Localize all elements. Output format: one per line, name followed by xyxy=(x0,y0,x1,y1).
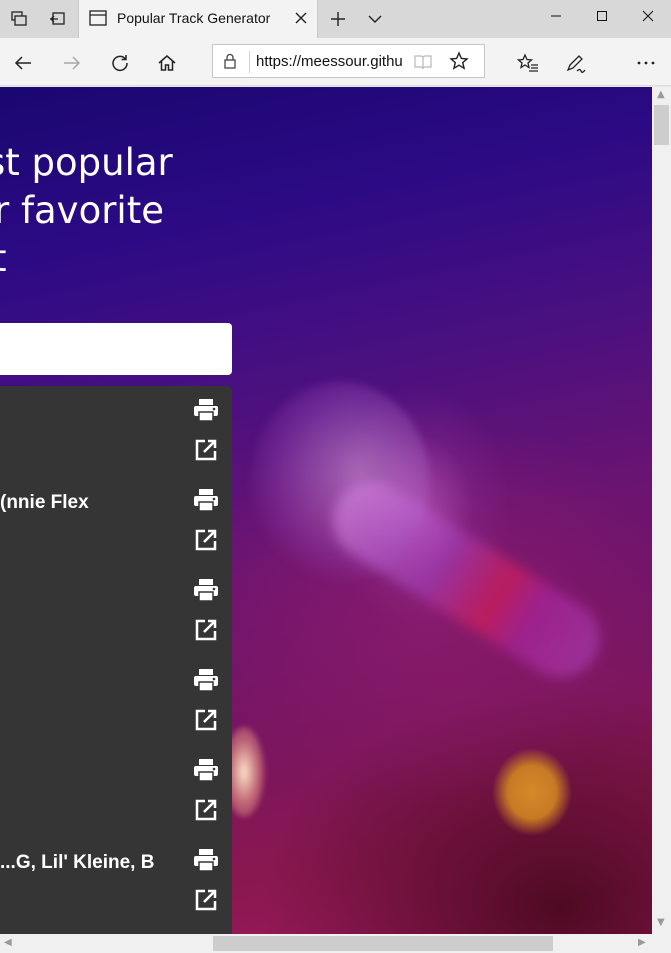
print-icon[interactable] xyxy=(192,756,220,784)
minimize-icon xyxy=(551,15,561,17)
close-icon xyxy=(642,10,654,22)
home-icon xyxy=(158,55,176,71)
tab-aside-button[interactable] xyxy=(44,6,70,32)
heading-line-3: t xyxy=(0,235,240,283)
tab-title: Popular Track Generator xyxy=(117,10,271,26)
address-divider xyxy=(249,51,250,73)
track-item: nnie Flex) xyxy=(0,476,232,566)
close-tab-icon[interactable] xyxy=(293,10,309,30)
arrow-left-icon xyxy=(14,56,31,70)
back-button[interactable] xyxy=(8,48,38,78)
plus-icon xyxy=(331,12,345,26)
tab-actions-icon xyxy=(11,11,27,26)
arrow-right-icon xyxy=(64,56,81,70)
scroll-up-icon[interactable]: ▲ xyxy=(657,89,665,100)
new-tab-button[interactable] xyxy=(325,6,351,32)
horizontal-scroll-thumb[interactable] xyxy=(213,936,553,951)
page-viewport: st popular r favorite t nnie Flex) xyxy=(0,87,652,934)
close-window-button[interactable] xyxy=(625,0,671,32)
open-in-new-icon[interactable] xyxy=(192,436,220,464)
reading-view-icon[interactable] xyxy=(413,53,433,75)
ellipsis-icon xyxy=(637,61,655,65)
navigation-bar: https://meessour.github.io xyxy=(0,38,671,86)
vertical-scroll-thumb[interactable] xyxy=(654,105,669,145)
tab-strip: Popular Track Generator xyxy=(0,0,671,38)
favorites-list-icon xyxy=(517,53,538,72)
page-icon xyxy=(89,10,107,30)
scrollbar-corner xyxy=(652,934,671,953)
print-icon[interactable] xyxy=(192,666,220,694)
set-aside-tabs-icon xyxy=(50,12,65,25)
url-text[interactable]: https://meessour.github.io xyxy=(256,53,402,70)
tab-list-button[interactable] xyxy=(362,6,388,32)
chevron-down-icon xyxy=(368,15,382,23)
maximize-icon xyxy=(597,11,607,21)
scroll-left-icon[interactable]: ◀ xyxy=(4,937,12,948)
forward-button[interactable] xyxy=(57,48,87,78)
address-bar[interactable]: https://meessour.github.io xyxy=(212,44,485,78)
print-icon[interactable] xyxy=(192,576,220,604)
home-button[interactable] xyxy=(152,48,182,78)
open-in-new-icon[interactable] xyxy=(192,886,220,914)
print-icon[interactable] xyxy=(192,846,220,874)
heading-line-1: st popular xyxy=(0,141,173,184)
open-in-new-icon[interactable] xyxy=(192,706,220,734)
track-name: G, Lil' Kleine, B... xyxy=(0,852,155,873)
track-name: nnie Flex) xyxy=(0,492,89,513)
track-item xyxy=(0,566,232,656)
track-item: G, Lil' Kleine, B... xyxy=(0,836,232,926)
track-item xyxy=(0,386,232,476)
favorite-star-icon[interactable] xyxy=(449,51,469,75)
open-in-new-icon[interactable] xyxy=(192,796,220,824)
open-in-new-icon[interactable] xyxy=(192,616,220,644)
open-in-new-icon[interactable] xyxy=(192,526,220,554)
browser-tab[interactable]: Popular Track Generator xyxy=(78,0,318,38)
track-results-list: nnie Flex) G, Lil' Kleine, B... xyxy=(0,386,232,934)
heading-line-2: r favorite xyxy=(0,189,164,232)
web-notes-button[interactable] xyxy=(561,48,591,78)
minimize-button[interactable] xyxy=(533,0,579,32)
tab-actions-button[interactable] xyxy=(6,6,32,32)
pen-icon xyxy=(566,55,586,73)
refresh-button[interactable] xyxy=(105,48,135,78)
print-icon[interactable] xyxy=(192,486,220,514)
print-icon[interactable] xyxy=(192,396,220,424)
more-button[interactable] xyxy=(631,48,661,78)
track-item xyxy=(0,656,232,746)
lock-icon xyxy=(223,53,237,73)
background-microphone-body xyxy=(318,467,615,693)
track-item xyxy=(0,746,232,836)
vertical-scrollbar[interactable]: ▲ ▼ xyxy=(652,87,671,934)
scroll-right-icon[interactable]: ▶ xyxy=(638,937,646,948)
refresh-icon xyxy=(112,55,128,72)
page-heading: st popular r favorite t xyxy=(0,139,240,283)
scroll-down-icon[interactable]: ▼ xyxy=(657,917,665,928)
artist-search-input[interactable] xyxy=(0,323,232,375)
horizontal-scrollbar[interactable]: ◀ ▶ xyxy=(0,934,652,953)
maximize-button[interactable] xyxy=(579,0,625,32)
favorites-button[interactable] xyxy=(513,48,543,78)
